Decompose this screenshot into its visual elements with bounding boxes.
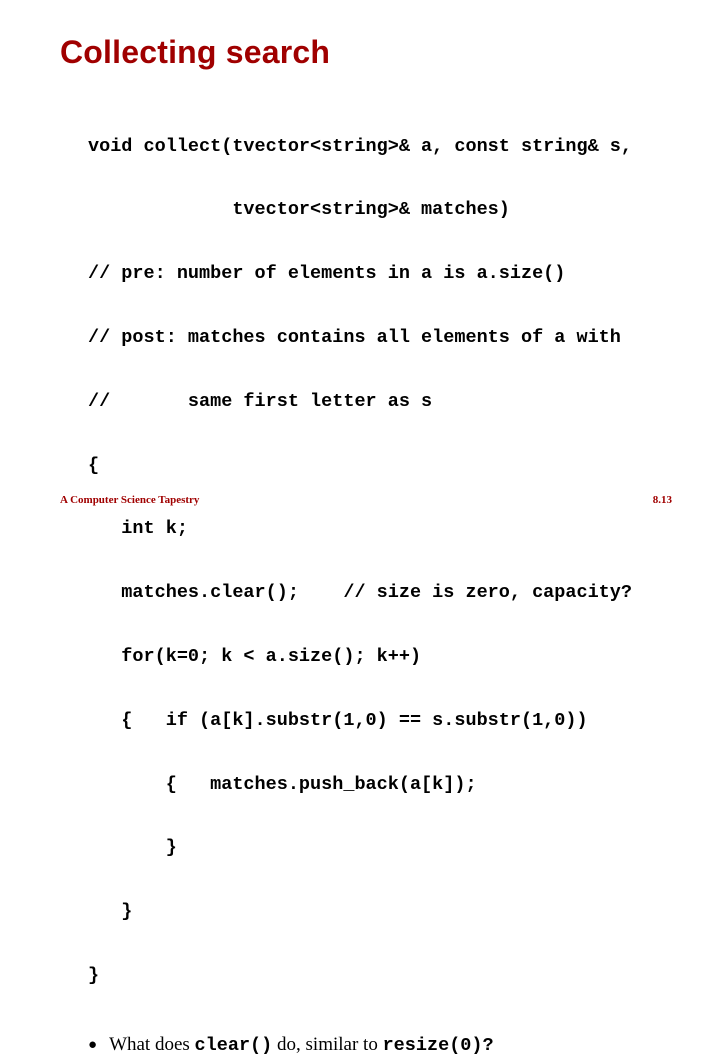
footer-left: A Computer Science Tapestry <box>60 494 199 506</box>
code-line: } <box>88 965 672 986</box>
code-line: } <box>88 837 672 858</box>
bullet-code1: clear() <box>195 1035 273 1056</box>
code-line: // post: matches contains all elements o… <box>88 327 672 348</box>
slide: Collecting search void collect(tvector<s… <box>0 0 720 540</box>
code-line: matches.clear(); // size is zero, capaci… <box>88 582 672 603</box>
bullet-prefix: What does <box>109 1034 194 1055</box>
code-line: { matches.push_back(a[k]); <box>88 774 672 795</box>
code-line: int k; <box>88 518 672 539</box>
bullet-mid: do, similar to <box>272 1034 382 1055</box>
code-line: { if (a[k].substr(1,0) == s.substr(1,0)) <box>88 710 672 731</box>
page-title: Collecting search <box>60 34 672 71</box>
code-line: tvector<string>& matches) <box>88 199 672 220</box>
code-line: } <box>88 901 672 922</box>
bullet-icon: ● <box>88 1033 97 1057</box>
bullet-code2: resize(0)? <box>383 1035 494 1056</box>
code-line: for(k=0; k < a.size(); k++) <box>88 646 672 667</box>
code-line: // pre: number of elements in a is a.siz… <box>88 263 672 284</box>
footer-right: 8.13 <box>653 494 672 506</box>
bullet-text: What does clear() do, similar to resize(… <box>109 1033 494 1057</box>
bullet-item: ● What does clear() do, similar to resiz… <box>88 1033 672 1057</box>
code-line: { <box>88 455 672 476</box>
code-line: // same first letter as s <box>88 391 672 412</box>
code-block: void collect(tvector<string>& a, const s… <box>88 93 672 1029</box>
code-line: void collect(tvector<string>& a, const s… <box>88 136 672 157</box>
